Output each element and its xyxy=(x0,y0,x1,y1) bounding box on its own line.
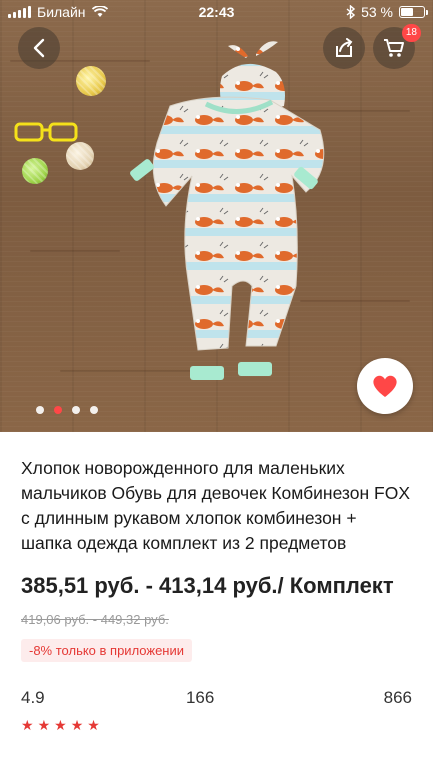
star-icon: ★ xyxy=(87,717,100,733)
cart-button[interactable]: 18 xyxy=(373,24,421,69)
rating-value: 4.9 xyxy=(21,688,45,707)
battery-percent: 53 % xyxy=(361,4,393,20)
app-discount-badge: -8% только в приложении xyxy=(21,639,193,662)
romper-illustration xyxy=(130,41,325,380)
favorite-button[interactable] xyxy=(357,358,413,414)
cart-count-badge: 18 xyxy=(401,24,421,42)
star-icon: ★ xyxy=(54,717,67,733)
carrier-name: Билайн xyxy=(37,4,86,20)
share-button[interactable] xyxy=(323,27,365,69)
product-price: 385,51 руб. - 413,14 руб./ Комплект xyxy=(21,573,394,598)
wifi-icon xyxy=(91,6,108,17)
bluetooth-icon xyxy=(346,5,356,19)
star-icon: ★ xyxy=(70,717,84,733)
reviews-count[interactable]: 166 xyxy=(186,688,214,708)
signal-icon xyxy=(8,6,31,18)
pagination-dot[interactable] xyxy=(72,406,80,414)
star-icon: ★ xyxy=(21,717,34,733)
star-icon: ★ xyxy=(37,717,51,733)
orders-count: 866 xyxy=(383,688,412,707)
share-icon xyxy=(336,38,353,57)
status-bar: Билайн 22:43 53 % xyxy=(0,0,433,24)
pagination-dot[interactable] xyxy=(90,406,98,414)
gallery-pagination xyxy=(36,406,98,414)
chevron-left-icon xyxy=(33,38,45,58)
original-price: 419,06 руб. - 449,32 руб. xyxy=(21,612,169,627)
cart-icon xyxy=(384,39,404,57)
pagination-dot[interactable] xyxy=(54,406,62,414)
rating-stars: ★ ★ ★ ★ ★ xyxy=(21,718,412,732)
back-button[interactable] xyxy=(18,27,60,69)
sunglasses-decoration xyxy=(14,122,78,142)
product-stats: 4.9 166 866 xyxy=(21,688,412,708)
battery-level xyxy=(401,8,413,16)
product-info: Хлопок новорожденного для маленьких маль… xyxy=(0,432,433,732)
battery-icon xyxy=(399,6,428,18)
yarn-ball-decoration xyxy=(22,158,48,184)
product-title: Хлопок новорожденного для маленьких маль… xyxy=(21,458,410,553)
clock: 22:43 xyxy=(198,4,235,20)
pagination-dot[interactable] xyxy=(36,406,44,414)
yarn-ball-decoration xyxy=(76,66,106,96)
heart-icon xyxy=(373,375,397,397)
